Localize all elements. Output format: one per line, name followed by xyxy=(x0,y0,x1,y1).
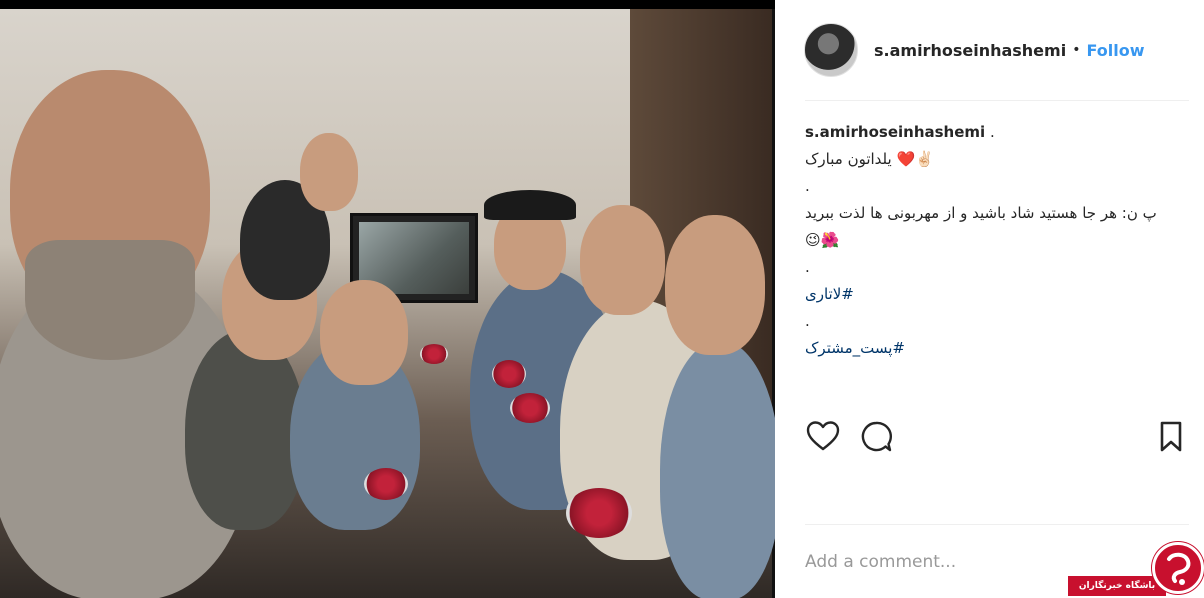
photo-person-7-head xyxy=(665,215,765,355)
caption-line: پ ن: هر جا هستید شاد باشید و از مهربونی … xyxy=(805,204,1157,222)
header-separator: • xyxy=(1072,42,1081,58)
photo-person-4-head xyxy=(320,280,408,385)
photo-person-3-head xyxy=(300,133,358,211)
caption-username[interactable]: s.amirhoseinhashemi xyxy=(805,123,985,141)
watermark: باشگاه خبرنگاران xyxy=(1068,540,1204,598)
follow-button[interactable]: Follow xyxy=(1086,41,1144,60)
post-caption: s.amirhoseinhashemi . ✌🏻❤️ یلداتون مبارک… xyxy=(805,119,1175,362)
post-header: s.amirhoseinhashemi • Follow xyxy=(804,22,1144,78)
photo-pomegranate-bowl xyxy=(420,344,448,364)
photo-pomegranate-bowl xyxy=(566,488,632,538)
post-photo[interactable] xyxy=(0,0,775,598)
instagram-post: s.amirhoseinhashemi • Follow s.amirhosei… xyxy=(0,0,1204,598)
photo-top-border xyxy=(0,0,775,9)
bookmark-icon[interactable] xyxy=(1155,419,1191,455)
watermark-logo xyxy=(1152,542,1204,594)
caption-line: . xyxy=(805,312,810,330)
photo-person-5-hat xyxy=(484,190,576,220)
photo-pomegranate-bowl xyxy=(510,393,550,423)
photo-pomegranate-bowl xyxy=(492,360,526,388)
comment-icon[interactable] xyxy=(858,419,894,455)
photo-person-7-body xyxy=(660,340,775,598)
caption-line: ✌🏻❤️ یلداتون مبارک xyxy=(805,150,934,168)
caption-line: 😉🌺 xyxy=(805,231,840,249)
caption-line: . xyxy=(805,177,810,195)
comment-divider xyxy=(805,524,1189,525)
post-sidebar: s.amirhoseinhashemi • Follow s.amirhosei… xyxy=(775,0,1204,598)
caption-dot: . xyxy=(989,123,995,141)
post-actions xyxy=(805,419,1182,455)
photo-person-2-body xyxy=(185,330,305,530)
hashtag-link[interactable]: #پست_مشترک xyxy=(805,335,1175,362)
comment-input[interactable] xyxy=(805,550,1065,574)
header-divider xyxy=(805,100,1189,101)
photo-pomegranate-bowl xyxy=(364,468,408,500)
photo-person-6-head xyxy=(580,205,665,315)
watermark-label: باشگاه خبرنگاران xyxy=(1068,576,1166,596)
header-username[interactable]: s.amirhoseinhashemi xyxy=(874,41,1066,60)
photo-person-1-beard xyxy=(25,240,195,360)
avatar[interactable] xyxy=(804,23,858,77)
caption-line: . xyxy=(805,258,810,276)
heart-icon[interactable] xyxy=(805,419,841,455)
hashtag-link[interactable]: #لاتاری xyxy=(805,281,1175,308)
